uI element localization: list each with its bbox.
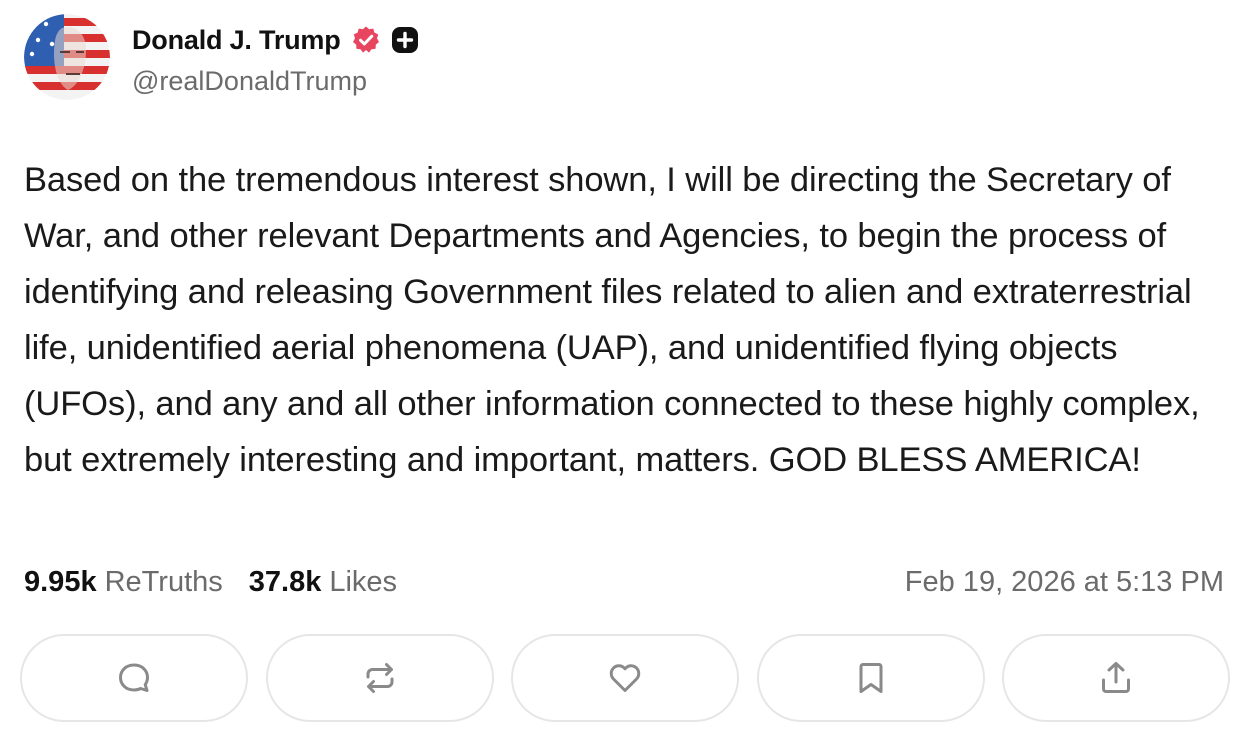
bookmark-icon [859, 663, 882, 693]
author-identity: Donald J. Trump @realDonaldTrump [132, 14, 419, 97]
share-icon [1102, 662, 1130, 693]
avatar[interactable] [24, 14, 110, 100]
plus-badge-icon [391, 26, 419, 54]
author-name[interactable]: Donald J. Trump [132, 25, 341, 56]
retruth-icon [366, 663, 393, 693]
verified-badge-icon [351, 25, 381, 55]
like-icon [609, 664, 641, 692]
avatar-image [24, 14, 110, 100]
retruths-label[interactable]: ReTruths [105, 566, 223, 599]
bookmark-button[interactable] [756, 634, 985, 722]
action-bar [20, 634, 1230, 722]
author-handle[interactable]: @realDonaldTrump [132, 66, 419, 97]
post-stats: 9.95k ReTruths 37.8k Likes Feb 19, 2026 … [24, 558, 1224, 606]
likes-label[interactable]: Likes [329, 566, 397, 599]
retruth-button[interactable] [265, 634, 494, 722]
post-header: Donald J. Trump @realDonaldTrump [24, 14, 419, 100]
name-row: Donald J. Trump [132, 22, 419, 58]
post-body: Based on the tremendous interest shown, … [24, 161, 1200, 479]
share-button[interactable] [1002, 634, 1230, 722]
post-timestamp: Feb 19, 2026 at 5:13 PM [904, 565, 1224, 598]
truth-post: Donald J. Trump @realDonaldTrump Based o… [0, 0, 1248, 742]
reply-button[interactable] [20, 634, 248, 722]
likes-count[interactable]: 37.8k [249, 566, 322, 599]
like-button[interactable] [511, 634, 739, 722]
reply-icon [119, 663, 149, 692]
retruths-count[interactable]: 9.95k [24, 566, 97, 599]
